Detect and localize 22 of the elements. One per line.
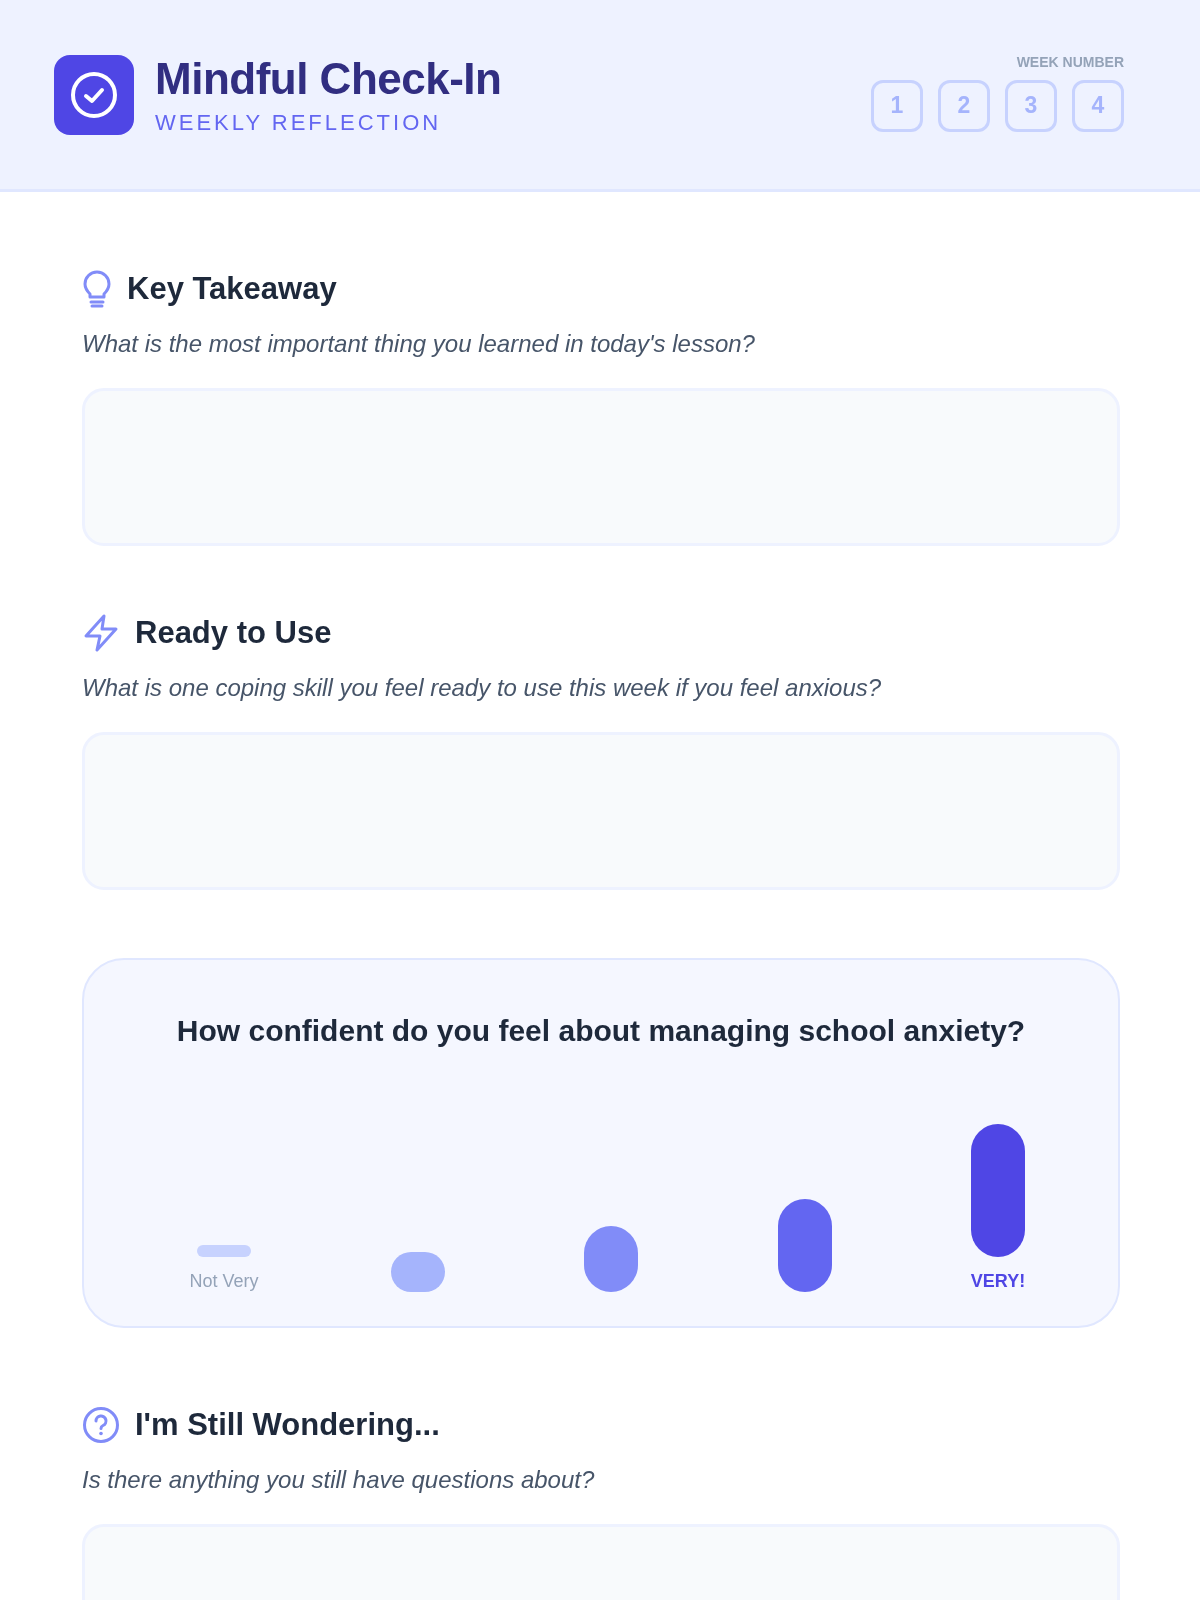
rating-bar[interactable] <box>971 1124 1025 1257</box>
question-prompt: What is the most important thing you learned in today's lesson? <box>82 330 756 358</box>
lightning-icon <box>82 614 120 652</box>
week-button[interactable]: 2 <box>938 79 990 132</box>
week-button[interactable]: 4 <box>1072 79 1124 132</box>
rating-question: How confident do you feel about managing school anxiety? <box>175 1014 1027 1048</box>
app-title: Mindful Check-In <box>155 53 502 104</box>
question-circle-icon <box>82 1406 120 1444</box>
scale-label: VERY! <box>970 1271 1026 1292</box>
lightbulb-icon <box>82 270 112 308</box>
scale-label: Not Very <box>189 1271 259 1292</box>
question-prompt: What is one coping skill you feel ready to use this week if you feel anxious? <box>82 674 883 702</box>
rating-bar[interactable] <box>584 1226 638 1292</box>
question-prompt: Is there anything you still have questions about? <box>82 1466 596 1494</box>
section-heading: Key Takeaway <box>127 271 337 307</box>
week-button[interactable]: 3 <box>1005 79 1057 132</box>
section-heading: Ready to Use <box>135 615 332 651</box>
week-button[interactable]: 1 <box>871 79 923 132</box>
week-number-label: WEEK NUMBER <box>1016 53 1124 70</box>
app-subtitle: WEEKLY REFLECTION <box>155 109 443 136</box>
rating-bar[interactable] <box>777 1199 832 1292</box>
section-heading: I'm Still Wondering... <box>135 1407 440 1443</box>
